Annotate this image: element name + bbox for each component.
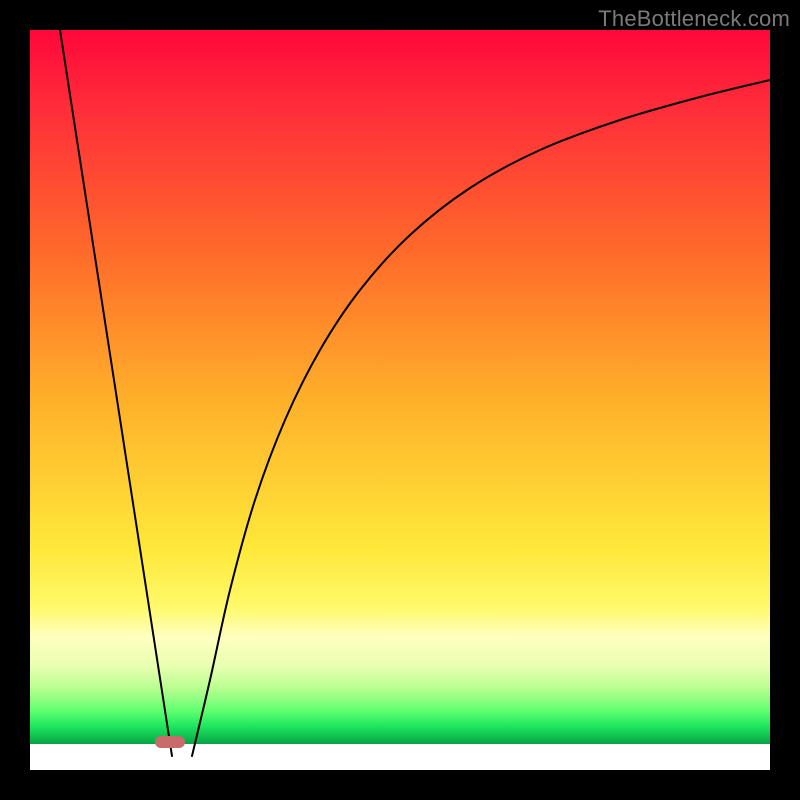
curve-left-segment [60, 30, 172, 756]
bottleneck-curve [30, 30, 770, 770]
plot-area [30, 30, 770, 770]
optimal-point-marker [155, 736, 185, 748]
curve-right-segment [192, 80, 770, 756]
chart-frame: TheBottleneck.com [0, 0, 800, 800]
watermark-text: TheBottleneck.com [598, 6, 790, 32]
